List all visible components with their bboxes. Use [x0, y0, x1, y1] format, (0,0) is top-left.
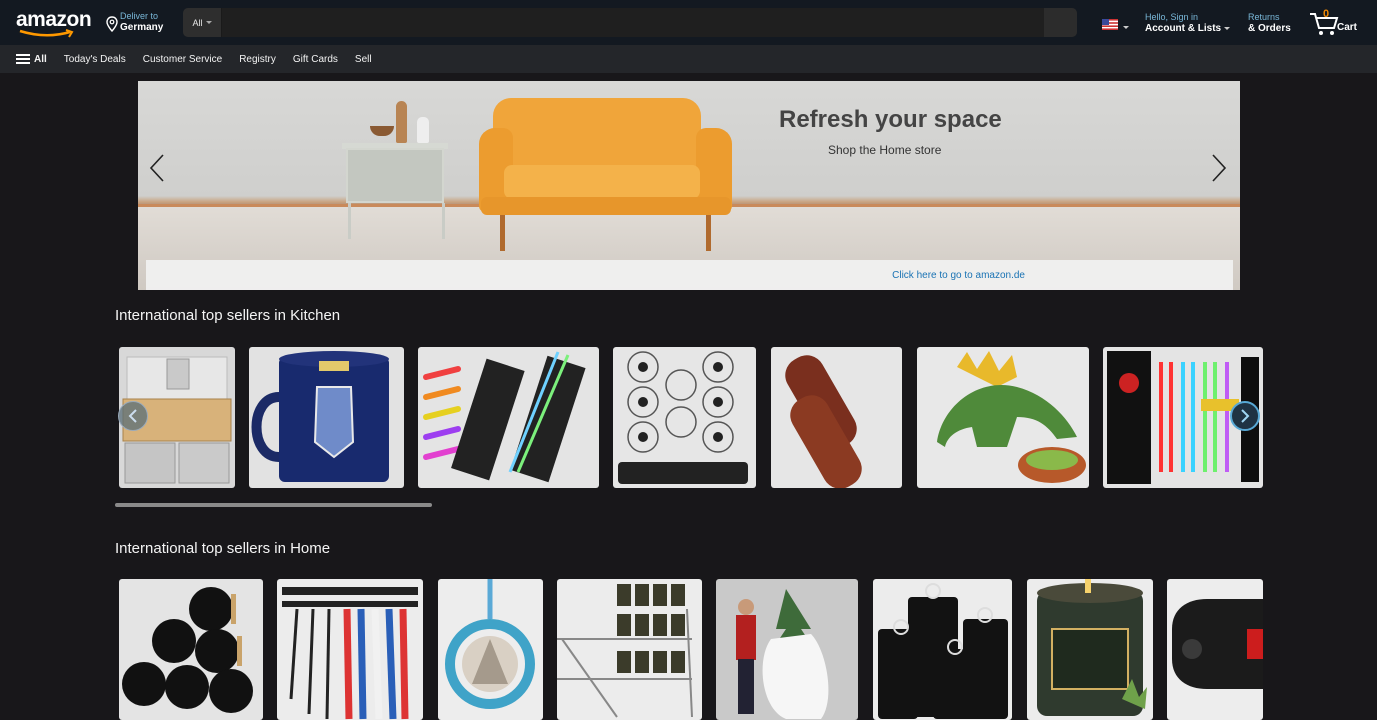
police-mug-icon: [251, 351, 389, 482]
kitchen-scroll-right-button[interactable]: [1230, 401, 1260, 431]
logo-smile-icon: [19, 29, 74, 38]
tree-storage-bag-icon: [736, 589, 829, 719]
hamburger-menu-icon: [16, 54, 30, 64]
decor-vase: [417, 117, 429, 143]
nav-customer-service[interactable]: Customer Service: [143, 54, 222, 65]
scented-candle-tin-icon: [1037, 579, 1147, 716]
nav-registry[interactable]: Registry: [239, 54, 276, 65]
dinosaur-chip-dip-icon: [937, 351, 1086, 483]
us-flag-icon[interactable]: [1102, 19, 1118, 30]
product-card[interactable]: [716, 579, 858, 720]
cart-count: 0: [1323, 8, 1330, 20]
product-card[interactable]: [1027, 579, 1153, 720]
chevron-down-icon: [205, 21, 212, 24]
product-card[interactable]: [1167, 579, 1263, 720]
cabinet-leg: [348, 203, 351, 239]
product-card[interactable]: [438, 579, 543, 720]
region-notice-bar: Click here to go to amazon.de: [146, 260, 1233, 290]
kitchen-scroll-left-button[interactable]: [118, 401, 148, 431]
sofa-leg: [706, 215, 711, 251]
hero-title: Refresh your space: [779, 106, 1002, 133]
product-card[interactable]: [771, 347, 902, 488]
chevron-left-icon[interactable]: [148, 153, 166, 183]
product-card[interactable]: [249, 347, 404, 488]
whisk-set-icon: [618, 351, 748, 484]
wooden-handles-icon: [785, 355, 862, 488]
hero-carousel[interactable]: Refresh your space Shop the Home store C…: [138, 81, 1240, 290]
kitchen-row-scrollbar[interactable]: [115, 503, 432, 507]
orders-label: & Orders: [1248, 23, 1291, 34]
language-chevron-down-icon[interactable]: [1123, 26, 1129, 29]
deliver-location: Germany: [120, 22, 164, 33]
sofa-base: [481, 197, 731, 215]
returns-orders-link[interactable]: Returns & Orders: [1248, 12, 1291, 35]
go-to-amazon-de-link[interactable]: Click here to go to amazon.de: [892, 270, 1025, 281]
all-menu-button[interactable]: All: [16, 54, 47, 65]
side-cabinet-image: [346, 148, 444, 203]
deliver-to-label: Deliver to: [120, 11, 159, 21]
ring-display-stands-icon: [878, 583, 1008, 719]
decor-bowl: [370, 126, 394, 136]
account-label: Account & Lists: [1145, 23, 1222, 34]
product-card[interactable]: [917, 347, 1089, 488]
chevron-left-icon: [128, 409, 137, 423]
account-label-wrap: Account & Lists: [1145, 23, 1231, 35]
product-card[interactable]: [613, 347, 756, 488]
account-greeting: Hello, Sign in: [1145, 12, 1199, 22]
product-card[interactable]: [119, 579, 263, 720]
product-card[interactable]: [277, 579, 423, 720]
nav-gift-cards[interactable]: Gift Cards: [293, 54, 338, 65]
search-category-dropdown[interactable]: All: [183, 8, 222, 37]
light-up-chopsticks-icon: [423, 351, 586, 483]
search-category-label: All: [192, 17, 203, 28]
decor-vase: [396, 101, 407, 143]
nav-sell[interactable]: Sell: [355, 54, 372, 65]
sofa-leg: [500, 215, 505, 251]
sub-nav-bar: All Today's Deals Customer Service Regis…: [0, 45, 1377, 73]
amazon-logo[interactable]: amazon: [16, 8, 92, 38]
product-card[interactable]: [873, 579, 1012, 720]
search-submit-button[interactable]: [1044, 8, 1077, 37]
spice-rack-icon: [557, 584, 693, 718]
account-lists-menu[interactable]: Hello, Sign in Account & Lists: [1145, 12, 1231, 35]
home-row-title: International top sellers in Home: [115, 540, 331, 557]
logo-text: amazon: [16, 8, 92, 31]
product-card[interactable]: [418, 347, 599, 488]
cart-label: Cart: [1337, 22, 1358, 33]
ski-wall-rack-icon: [282, 587, 418, 720]
kitchen-row-title: International top sellers in Kitchen: [115, 307, 341, 324]
cabinet-leg: [442, 203, 445, 239]
cart-button[interactable]: 0 Cart: [1309, 8, 1364, 37]
chevron-right-icon: [1241, 409, 1250, 423]
hero-subtitle: Shop the Home store: [828, 143, 942, 157]
location-pin-icon: [106, 16, 118, 32]
product-card[interactable]: [557, 579, 702, 720]
all-menu-label: All: [34, 53, 47, 65]
digital-clock-icon: [1172, 599, 1263, 689]
search-bar: All: [183, 8, 1077, 37]
top-nav-bar: amazon Deliver to Germany All Hello, Sig…: [0, 0, 1377, 45]
chevron-right-icon[interactable]: [1210, 153, 1228, 183]
returns-label: Returns: [1248, 12, 1280, 22]
christmas-ornament-icon: [445, 579, 535, 709]
chevron-down-icon: [1224, 26, 1231, 30]
black-yarn-spools-icon: [122, 587, 253, 713]
deliver-to-location[interactable]: Deliver to Germany: [106, 11, 163, 34]
search-input[interactable]: [222, 8, 1044, 37]
nav-todays-deals[interactable]: Today's Deals: [64, 54, 126, 65]
sofa-seat: [504, 165, 700, 199]
